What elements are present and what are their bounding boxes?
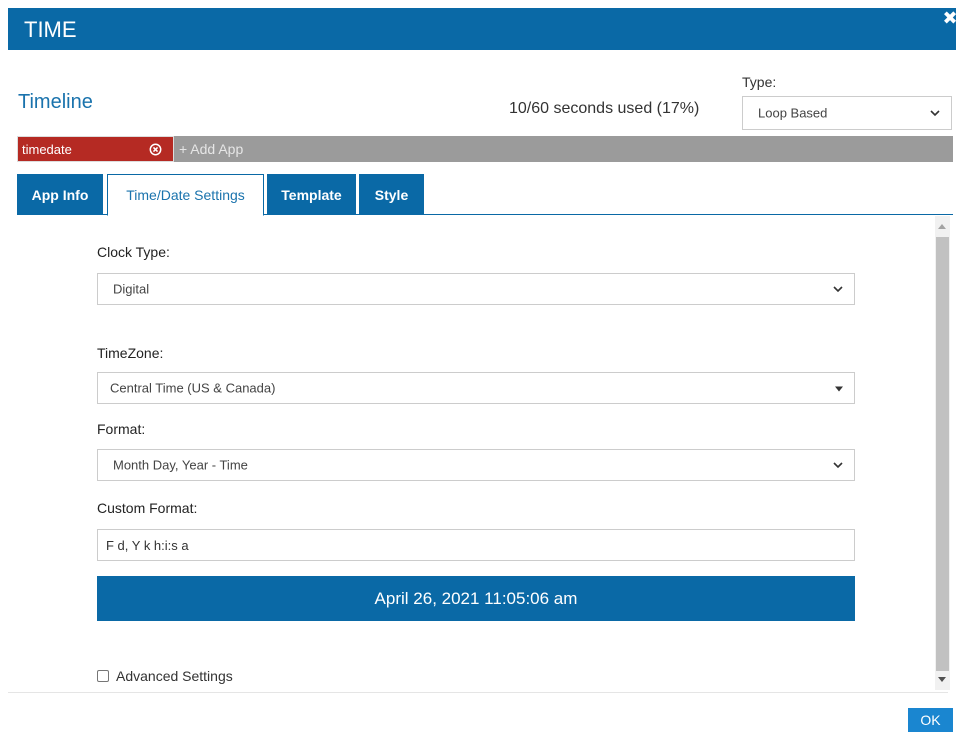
tab-bar: App Info Time/Date Settings Template Sty… bbox=[17, 174, 953, 216]
advanced-settings-toggle[interactable]: Advanced Settings bbox=[97, 668, 233, 684]
timezone-label: TimeZone: bbox=[97, 345, 164, 361]
tab-app-info[interactable]: App Info bbox=[17, 174, 103, 215]
close-icon[interactable]: ✖ bbox=[942, 8, 956, 29]
app-chip-timedate[interactable]: timedate bbox=[17, 136, 174, 162]
datetime-preview: April 26, 2021 11:05:06 am bbox=[97, 576, 855, 621]
type-select[interactable]: Loop Based bbox=[742, 96, 952, 130]
tab-style[interactable]: Style bbox=[359, 174, 424, 215]
settings-panel: Clock Type: Digital TimeZone: Central Ti… bbox=[8, 216, 928, 692]
clock-type-label: Clock Type: bbox=[97, 244, 170, 260]
custom-format-input[interactable]: F d, Y k h:i:s a bbox=[97, 529, 855, 561]
chevron-down-icon bbox=[833, 462, 843, 469]
scrollbar[interactable] bbox=[935, 216, 950, 690]
dialog-title: TIME bbox=[24, 17, 77, 42]
timezone-value: Central Time (US & Canada) bbox=[110, 380, 276, 396]
tab-template[interactable]: Template bbox=[267, 174, 356, 215]
scrollbar-thumb[interactable] bbox=[936, 237, 949, 671]
format-value: Month Day, Year - Time bbox=[113, 457, 248, 473]
chevron-down-icon bbox=[930, 110, 940, 117]
caret-down-icon bbox=[835, 386, 843, 392]
app-chip-label: timedate bbox=[22, 142, 72, 157]
advanced-settings-checkbox[interactable] bbox=[97, 670, 109, 682]
format-label: Format: bbox=[97, 421, 146, 437]
format-select[interactable]: Month Day, Year - Time bbox=[97, 449, 855, 481]
scroll-down-arrow-icon[interactable] bbox=[938, 677, 946, 682]
ok-button[interactable]: OK bbox=[908, 708, 953, 732]
custom-format-label: Custom Format: bbox=[97, 500, 198, 516]
tab-time-date-settings[interactable]: Time/Date Settings bbox=[107, 174, 264, 216]
add-app-button[interactable]: + Add App bbox=[179, 141, 243, 157]
clock-type-value: Digital bbox=[113, 281, 150, 297]
remove-circle-icon[interactable] bbox=[149, 143, 162, 156]
type-select-value: Loop Based bbox=[758, 105, 828, 121]
dialog-titlebar: TIME bbox=[8, 8, 956, 50]
timezone-select[interactable]: Central Time (US & Canada) bbox=[97, 372, 855, 404]
scroll-up-arrow-icon[interactable] bbox=[938, 224, 946, 229]
type-label: Type: bbox=[742, 74, 777, 90]
advanced-settings-label: Advanced Settings bbox=[116, 668, 233, 684]
timeline-title: Timeline bbox=[18, 91, 93, 113]
app-bar: timedate + Add App bbox=[17, 136, 953, 162]
seconds-used: 10/60 seconds used (17%) bbox=[509, 100, 700, 117]
chevron-down-icon bbox=[833, 286, 843, 293]
footer-divider bbox=[8, 692, 948, 693]
clock-type-select[interactable]: Digital bbox=[97, 273, 855, 305]
